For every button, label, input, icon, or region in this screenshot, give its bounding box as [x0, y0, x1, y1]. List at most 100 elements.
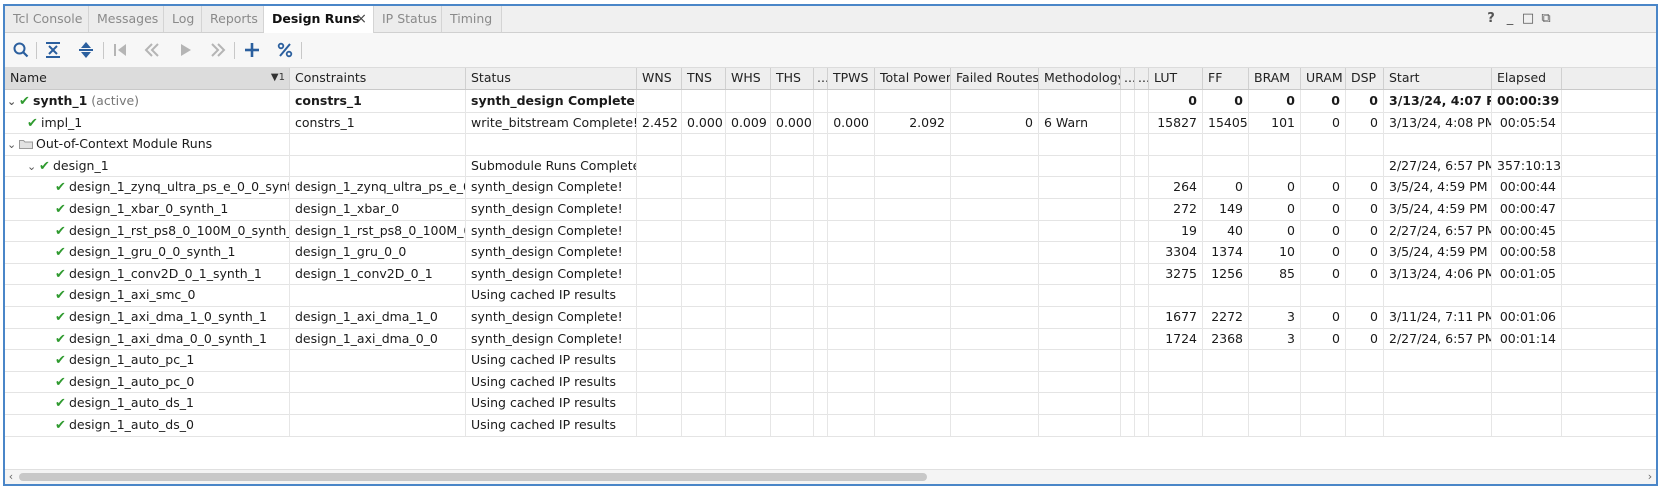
cell-collapsed: [814, 133, 828, 155]
tab-ip-status[interactable]: IP Status: [374, 6, 442, 32]
table-row[interactable]: ✔ design_1_auto_ds_0 Using cached IP resul…: [5, 414, 1656, 437]
column-header-collapsed-1[interactable]: ...: [814, 68, 828, 89]
column-header-whs[interactable]: WHS: [726, 68, 771, 89]
horizontal-scrollbar[interactable]: ‹ ›: [5, 469, 1656, 484]
table-row[interactable]: ✔ design_1_auto_pc_0 Using cached IP resul…: [5, 370, 1656, 394]
table-row[interactable]: ✔ design_1_axi_dma_1_0_synth_1 design_1_ax…: [5, 306, 1656, 329]
cell-wns: [637, 284, 682, 306]
column-header-status[interactable]: Status: [466, 68, 637, 89]
run-name: design_1_zynq_ultra_ps_e_0_0_synth_1: [69, 179, 290, 195]
column-header-bram[interactable]: BRAM: [1249, 68, 1301, 89]
scrollbar-thumb[interactable]: [19, 473, 927, 481]
table-row[interactable]: ✔ design_1_xbar_0_synth_1 design_1_xbar_0 s…: [5, 198, 1656, 221]
design-runs-panel: Tcl Console Messages Log Reports Design …: [3, 4, 1658, 486]
cell-status: synth_design Complete!: [466, 262, 637, 285]
column-header-tns[interactable]: TNS: [682, 68, 726, 89]
search-icon[interactable]: [11, 40, 31, 60]
cell-elapsed: [1492, 133, 1562, 155]
table-row[interactable]: ⌄ ✔ synth_1 (active) constrs_1 synth_design …: [5, 90, 1656, 113]
column-header-wns[interactable]: WNS: [637, 68, 682, 89]
expand-chevron-icon[interactable]: ⌄: [27, 156, 39, 177]
tab-timing[interactable]: Timing: [442, 6, 502, 32]
cell-wns: [637, 349, 682, 371]
scroll-left-icon[interactable]: ‹: [5, 470, 17, 484]
table-row[interactable]: ✔ design_1_auto_ds_1 Using cached IP resul…: [5, 392, 1656, 415]
cell-dsp: 0: [1346, 241, 1384, 263]
tab-bar: Tcl Console Messages Log Reports Design …: [5, 6, 1656, 33]
cell-dsp: 0: [1346, 327, 1384, 350]
table-row[interactable]: ✔ design_1_axi_dma_0_0_synth_1 design_1_ax…: [5, 327, 1656, 351]
first-icon[interactable]: [110, 40, 130, 60]
cell-status: [466, 133, 637, 155]
table-row[interactable]: ✔ design_1_conv2D_0_1_synth_1 design_1_con…: [5, 262, 1656, 286]
minimize-icon[interactable]: _: [1502, 6, 1518, 32]
scroll-right-icon[interactable]: ›: [1644, 470, 1656, 484]
column-header-collapsed-3[interactable]: ...: [1135, 68, 1149, 89]
tab-reports[interactable]: Reports: [202, 6, 264, 32]
tab-tcl-console[interactable]: Tcl Console: [5, 6, 89, 32]
column-header-failed-routes[interactable]: Failed Routes: [951, 68, 1039, 89]
column-header-total-power[interactable]: Total Power: [875, 68, 951, 89]
cell-failed-routes: [951, 349, 1039, 371]
tab-messages[interactable]: Messages: [89, 6, 164, 32]
table-row[interactable]: ✔ design_1_rst_ps8_0_100M_0_synth_1 design…: [5, 219, 1656, 243]
table-row[interactable]: ✔ impl_1 constrs_1 write_bitstream Complete…: [5, 111, 1656, 135]
cell-total-power: 2.092: [875, 111, 951, 134]
cell-ff: 0: [1203, 90, 1249, 112]
close-tab-icon[interactable]: ×: [355, 6, 367, 32]
cell-wns: [637, 414, 682, 436]
column-header-tpws[interactable]: TPWS: [828, 68, 875, 89]
column-header-ths[interactable]: THS: [771, 68, 814, 89]
column-header-methodology[interactable]: Methodology: [1039, 68, 1121, 89]
cell-failed-routes: [951, 392, 1039, 414]
cell-bram: [1249, 392, 1301, 414]
column-header-dsp[interactable]: DSP: [1346, 68, 1384, 89]
cell-tns: [682, 176, 726, 198]
table-row[interactable]: ✔ design_1_gru_0_0_synth_1 design_1_gru_0_…: [5, 241, 1656, 264]
column-header-elapsed[interactable]: Elapsed: [1492, 68, 1562, 89]
float-icon[interactable]: ⧉: [1538, 6, 1554, 32]
cell-name: ✔ design_1_xbar_0_synth_1: [5, 198, 290, 220]
column-header-constraints[interactable]: Constraints: [290, 68, 466, 89]
cell-whs: [726, 327, 771, 350]
cell-collapsed: [1121, 154, 1135, 177]
percent-icon[interactable]: [275, 40, 295, 60]
expand-chevron-icon[interactable]: ⌄: [7, 91, 19, 112]
collapse-all-icon[interactable]: [43, 40, 63, 60]
cell-tns: [682, 284, 726, 306]
run-name: impl_1: [41, 114, 83, 130]
cell-ff: [1203, 414, 1249, 436]
cell-status: Submodule Runs Complete: [466, 154, 637, 177]
table-row[interactable]: ✔ design_1_auto_pc_1 Using cached IP resul…: [5, 349, 1656, 372]
table-row[interactable]: ✔ design_1_axi_smc_0 Using cached IP resul…: [5, 284, 1656, 307]
column-header-collapsed-2[interactable]: ...: [1121, 68, 1135, 89]
cell-lut: [1149, 284, 1203, 306]
cell-ff: 15405: [1203, 111, 1249, 134]
table-row[interactable]: ⌄ Out-of-Context Module Runs: [5, 133, 1656, 156]
column-header-name[interactable]: Name ▼1: [5, 68, 290, 89]
cell-failed-routes: [951, 133, 1039, 155]
help-icon[interactable]: ?: [1483, 6, 1499, 32]
table-row[interactable]: ⌄ ✔ design_1 Submodule Runs Complete 2/27/24…: [5, 154, 1656, 178]
add-icon[interactable]: [242, 40, 262, 60]
cell-start: 3/5/24, 4:59 PM: [1384, 198, 1492, 220]
expand-chevron-icon[interactable]: ⌄: [7, 134, 19, 155]
tab-design-runs[interactable]: Design Runs ×: [264, 6, 374, 33]
column-header-uram[interactable]: URAM: [1301, 68, 1346, 89]
column-header-start[interactable]: Start: [1384, 68, 1492, 89]
cell-whs: [726, 262, 771, 285]
cell-ths: [771, 133, 814, 155]
next-icon[interactable]: [208, 40, 228, 60]
tab-log[interactable]: Log: [164, 6, 202, 32]
run-icon[interactable]: [175, 40, 195, 60]
column-header-ff[interactable]: FF: [1203, 68, 1249, 89]
expand-all-icon[interactable]: [76, 40, 96, 60]
maximize-icon[interactable]: □: [1520, 6, 1536, 32]
cell-failed-routes: [951, 241, 1039, 263]
cell-wns: [637, 370, 682, 393]
table-row[interactable]: ✔ design_1_zynq_ultra_ps_e_0_0_synth_1 des…: [5, 176, 1656, 199]
check-icon: ✔: [55, 418, 66, 433]
cell-collapsed: [1121, 176, 1135, 198]
column-header-lut[interactable]: LUT: [1149, 68, 1203, 89]
previous-icon[interactable]: [142, 40, 162, 60]
